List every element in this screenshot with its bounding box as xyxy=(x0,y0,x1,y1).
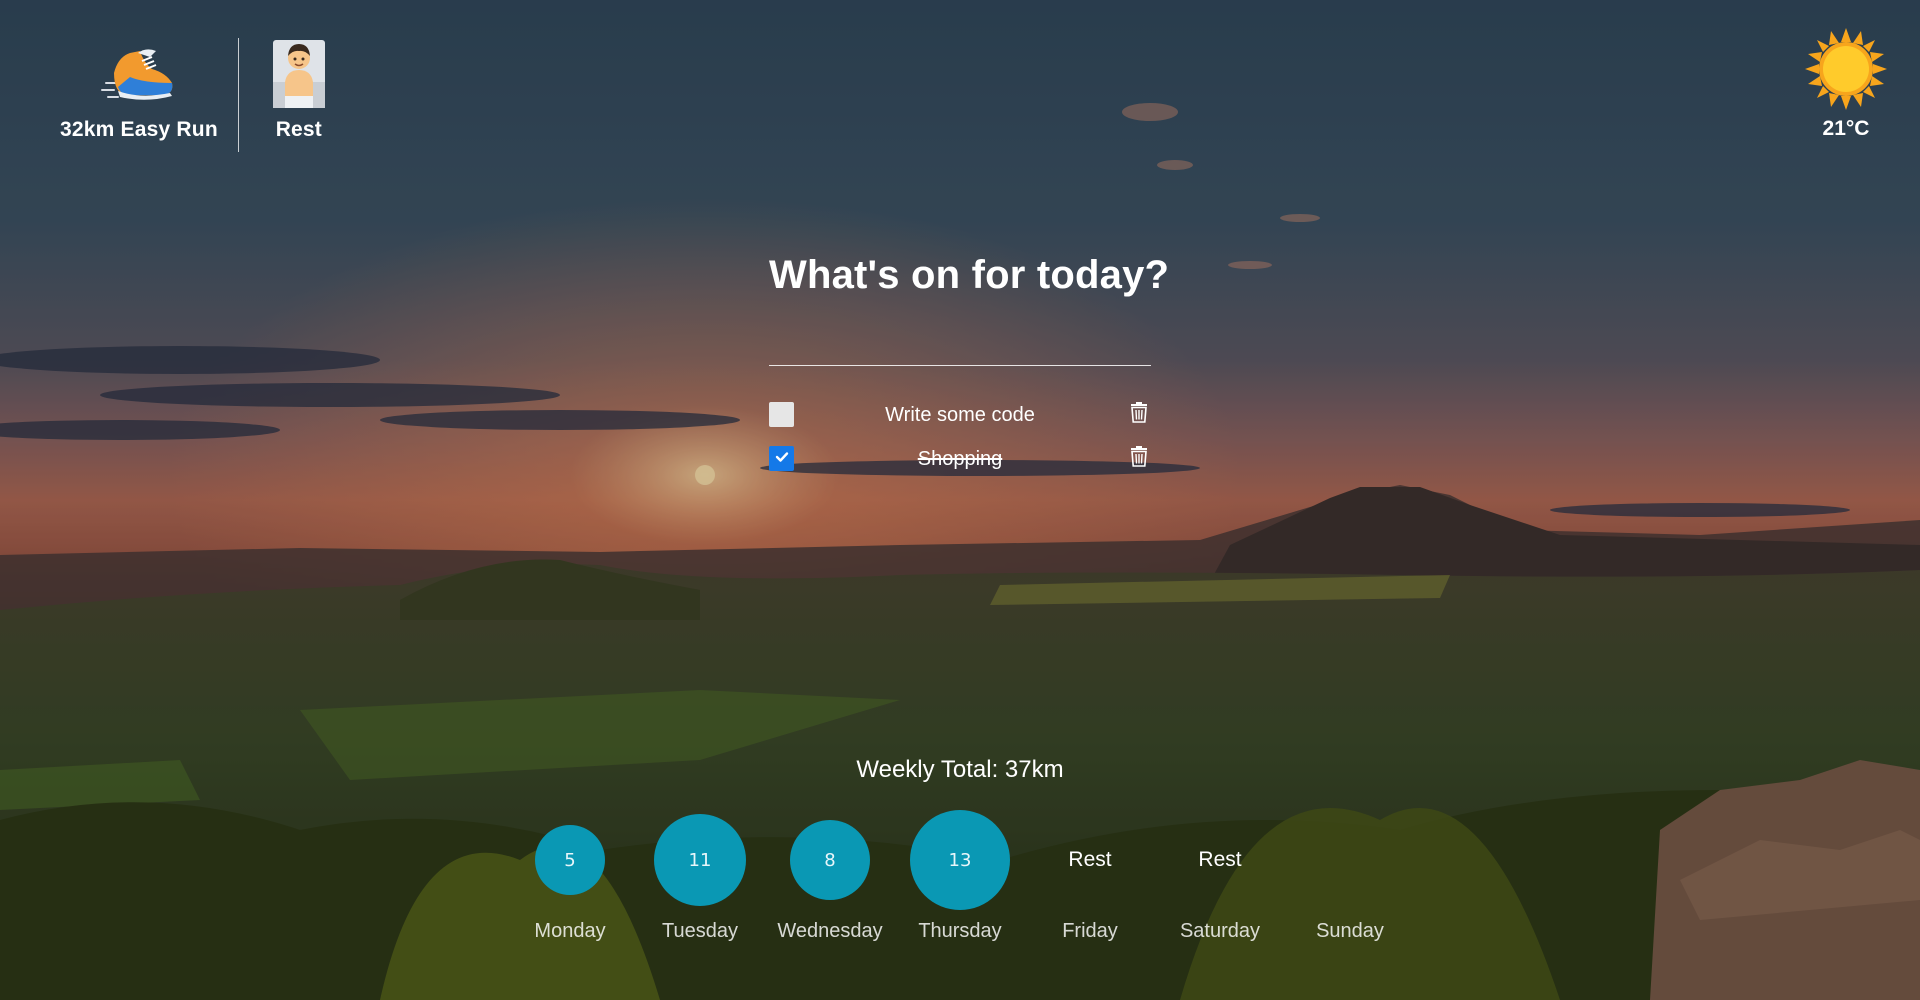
todo-item: Shopping xyxy=(769,436,1151,480)
day-name: Wednesday xyxy=(777,920,883,942)
day-distance-bubble: 5 xyxy=(535,825,605,895)
day-wednesday: 8 Wednesday xyxy=(765,810,895,943)
day-distance-bubble: 13 xyxy=(910,810,1010,910)
page-title: What's on for today? xyxy=(769,253,1170,297)
day-thursday: 13 Thursday xyxy=(895,810,1025,943)
training-plan-widget: 32km Easy Run Rest xyxy=(56,36,359,152)
weather-widget: 21°C xyxy=(1796,28,1896,141)
today-plan-label: 32km Easy Run xyxy=(60,118,218,141)
day-monday: 5 Monday xyxy=(505,810,635,943)
todo-checkbox[interactable] xyxy=(769,446,794,471)
day-tuesday: 11 Tuesday xyxy=(635,810,765,943)
weekly-total-label: Weekly Total: 37km xyxy=(856,756,1064,783)
rest-label: Rest xyxy=(1198,848,1242,871)
day-distance-bubble: 11 xyxy=(654,814,746,906)
running-shoe-icon xyxy=(99,36,179,112)
day-name: Saturday xyxy=(1179,920,1261,942)
day-name: Thursday xyxy=(918,920,1002,942)
trash-icon[interactable] xyxy=(1127,398,1151,426)
day-name: Tuesday xyxy=(662,920,738,942)
day-sunday: Sunday xyxy=(1285,810,1415,943)
day-name: Friday xyxy=(1062,920,1118,942)
trash-icon[interactable] xyxy=(1127,442,1151,470)
today-plan: 32km Easy Run xyxy=(56,36,238,142)
tomorrow-plan-label: Rest xyxy=(275,118,323,141)
temperature-label: 21°C xyxy=(1822,117,1870,140)
day-name: Sunday xyxy=(1316,920,1384,942)
sun-icon xyxy=(1805,28,1887,115)
todo-item-text: Shopping xyxy=(917,448,1003,470)
todo-input[interactable] xyxy=(769,332,1151,366)
todo-panel: What's on for today? Write some code Sho… xyxy=(769,253,1170,480)
rest-label: Rest xyxy=(1068,848,1112,871)
todo-list: Write some code Shopping xyxy=(769,392,1151,480)
todo-item: Write some code xyxy=(769,392,1151,436)
day-name: Monday xyxy=(534,920,606,942)
todo-item-text: Write some code xyxy=(885,404,1035,426)
weekly-summary: Weekly Total: 37km 5 Monday 11 Tuesday 8… xyxy=(0,756,1920,942)
checkmark-icon xyxy=(775,450,789,468)
todo-checkbox[interactable] xyxy=(769,402,794,427)
day-saturday: Rest Saturday xyxy=(1155,810,1285,943)
day-distance-bubble: 8 xyxy=(790,820,870,900)
tomorrow-plan: Rest xyxy=(239,36,359,142)
person-resting-icon xyxy=(259,36,339,112)
day-friday: Rest Friday xyxy=(1025,810,1155,943)
